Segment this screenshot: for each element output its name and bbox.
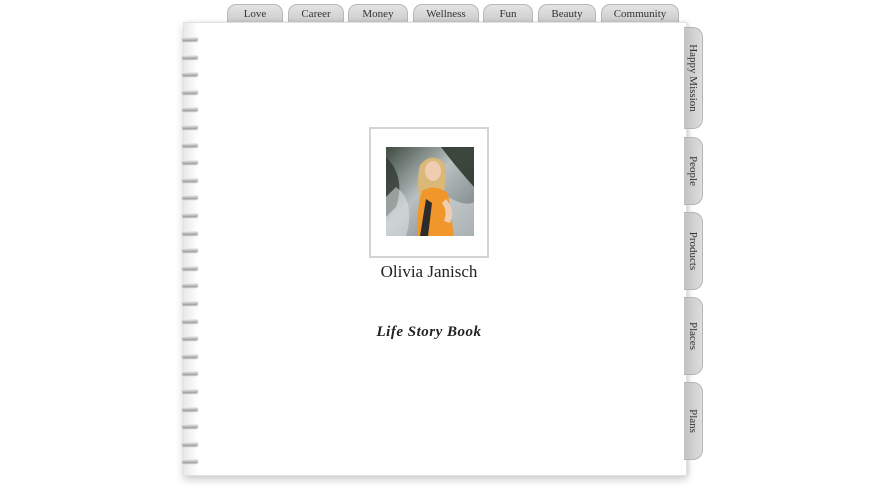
binder-ring xyxy=(182,37,198,41)
binder-ring xyxy=(182,441,198,446)
binder-ring xyxy=(182,301,198,305)
binder-ring xyxy=(182,459,198,464)
tab-career[interactable]: Career xyxy=(288,4,344,24)
tab-wellness[interactable]: Wellness xyxy=(413,4,479,24)
tab-plans[interactable]: Plans xyxy=(684,382,703,460)
binder-ring xyxy=(182,160,198,165)
tab-places[interactable]: Places xyxy=(684,297,703,375)
profile-photo-frame[interactable] xyxy=(369,127,489,258)
tab-fun[interactable]: Fun xyxy=(483,4,533,24)
binder-ring xyxy=(182,248,198,253)
binder-ring xyxy=(182,371,198,376)
binder-ring xyxy=(182,283,198,288)
tab-plans-label: Plans xyxy=(687,409,699,433)
profile-photo xyxy=(386,147,474,236)
side-tab-bar: Happy Mission People Products Places Pla… xyxy=(684,22,724,472)
binder-ring xyxy=(182,336,198,341)
binder-ring xyxy=(182,89,198,94)
tab-places-label: Places xyxy=(687,321,699,351)
binder-ring xyxy=(182,177,198,182)
binder-ring xyxy=(182,213,198,217)
portrait-image xyxy=(386,147,474,236)
tab-people[interactable]: People xyxy=(684,137,703,205)
tab-happy-mission-label: Happy Mission xyxy=(687,44,699,112)
binder-ring xyxy=(182,265,198,270)
tab-people-label: People xyxy=(687,156,699,186)
binder-ring xyxy=(182,353,198,358)
profile-name: Olivia Janisch xyxy=(380,262,478,281)
binder-ring xyxy=(182,230,198,235)
binder-rings xyxy=(182,37,202,477)
binder-ring xyxy=(182,406,198,411)
tab-community[interactable]: Community xyxy=(601,4,679,24)
tab-love[interactable]: Love xyxy=(227,4,283,24)
binder-ring xyxy=(182,142,198,147)
binder-ring xyxy=(182,195,198,200)
tab-money[interactable]: Money xyxy=(348,4,408,24)
binder-ring xyxy=(182,54,198,59)
binder-ring xyxy=(182,424,198,429)
binder-ring xyxy=(182,72,198,77)
binder-ring xyxy=(182,389,198,393)
binder-ring xyxy=(182,318,198,323)
tab-beauty[interactable]: Beauty xyxy=(538,4,596,24)
life-story-book: Love Career Money Wellness Fun Beauty Co… xyxy=(0,0,887,486)
top-tab-bar: Love Career Money Wellness Fun Beauty Co… xyxy=(0,0,887,24)
binder-ring xyxy=(182,107,198,112)
book-subtitle: Life Story Book xyxy=(376,324,482,340)
tab-products-label: Products xyxy=(687,231,699,271)
tab-products[interactable]: Products xyxy=(684,212,703,290)
binder-ring xyxy=(182,125,198,129)
tab-happy-mission[interactable]: Happy Mission xyxy=(684,27,703,129)
